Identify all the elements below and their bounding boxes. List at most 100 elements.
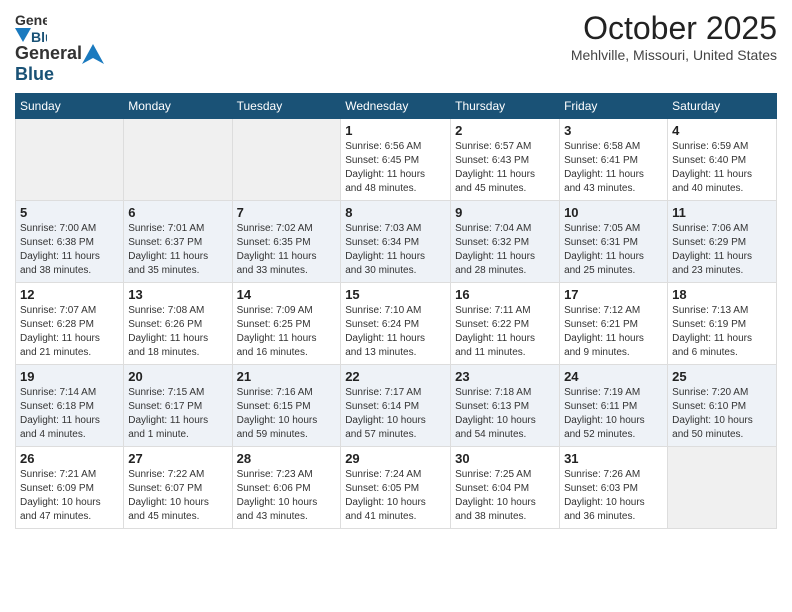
calendar-cell: 5Sunrise: 7:00 AMSunset: 6:38 PMDaylight… (16, 201, 124, 283)
day-info: Sunrise: 7:25 AMSunset: 6:04 PMDaylight:… (455, 468, 555, 524)
calendar-cell: 28 Sunrise: 7:23 AMSunset: 6:06 PMDayligh… (232, 447, 341, 529)
calendar-cell: 10 Sunrise: 7:05 AMSunset: 6:31 PMDayligh… (560, 201, 668, 283)
day-info: Sunrise: 7:24 AMSunset: 6:05 PMDaylight:… (345, 468, 446, 524)
day-number: 17 (564, 287, 663, 302)
day-info: Sunrise: 7:07 AMSunset: 6:28 PMDaylight:… (20, 304, 119, 360)
calendar-cell: 12 Sunrise: 7:07 AMSunset: 6:28 PMDayligh… (16, 283, 124, 365)
day-info: Sunrise: 7:18 AMSunset: 6:13 PMDaylight:… (455, 386, 555, 442)
day-info: Sunrise: 7:09 AMSunset: 6:25 PMDaylight:… (237, 304, 337, 360)
day-number: 28 (237, 451, 337, 466)
day-number: 10 (564, 205, 663, 220)
day-info: Sunrise: 7:03 AMSunset: 6:34 PMDaylight:… (345, 222, 446, 278)
calendar-cell: 14 Sunrise: 7:09 AMSunset: 6:25 PMDayligh… (232, 283, 341, 365)
day-info: Sunrise: 7:15 AMSunset: 6:17 PMDaylight:… (128, 386, 227, 442)
header-tuesday: Tuesday (232, 94, 341, 119)
day-number: 9 (455, 205, 555, 220)
day-number: 26 (20, 451, 119, 466)
day-info: Sunrise: 7:16 AMSunset: 6:15 PMDaylight:… (237, 386, 337, 442)
calendar-cell: 13 Sunrise: 7:08 AMSunset: 6:26 PMDayligh… (124, 283, 232, 365)
calendar-cell: 25 Sunrise: 7:20 AMSunset: 6:10 PMDayligh… (668, 365, 777, 447)
day-info: Sunrise: 7:05 AMSunset: 6:31 PMDaylight:… (564, 222, 663, 278)
day-info: Sunrise: 7:23 AMSunset: 6:06 PMDaylight:… (237, 468, 337, 524)
calendar-cell: 18Sunrise: 7:13 AMSunset: 6:19 PMDayligh… (668, 283, 777, 365)
day-info: Sunrise: 7:17 AMSunset: 6:14 PMDaylight:… (345, 386, 446, 442)
day-info: Sunrise: 7:02 AMSunset: 6:35 PMDaylight:… (237, 222, 337, 278)
header-saturday: Saturday (668, 94, 777, 119)
calendar-cell: 16 Sunrise: 7:11 AMSunset: 6:22 PMDayligh… (451, 283, 560, 365)
logo-blue-text: Blue (15, 64, 54, 84)
day-number: 21 (237, 369, 337, 384)
day-info: Sunrise: 7:14 AMSunset: 6:18 PMDaylight:… (20, 386, 119, 442)
day-number: 24 (564, 369, 663, 384)
day-info: Sunrise: 6:58 AMSunset: 6:41 PMDaylight:… (564, 140, 663, 196)
calendar-week-row: 1 Sunrise: 6:56 AMSunset: 6:45 PMDaylight… (16, 119, 777, 201)
calendar-cell: 24 Sunrise: 7:19 AMSunset: 6:11 PMDayligh… (560, 365, 668, 447)
calendar-week-row: 19Sunrise: 7:14 AMSunset: 6:18 PMDayligh… (16, 365, 777, 447)
day-info: Sunrise: 7:01 AMSunset: 6:37 PMDaylight:… (128, 222, 227, 278)
svg-text:Blue: Blue (31, 29, 47, 42)
day-info: Sunrise: 7:11 AMSunset: 6:22 PMDaylight:… (455, 304, 555, 360)
header-friday: Friday (560, 94, 668, 119)
day-number: 15 (345, 287, 446, 302)
logo-icon: General Blue (15, 10, 47, 42)
calendar-cell: 6 Sunrise: 7:01 AMSunset: 6:37 PMDaylight… (124, 201, 232, 283)
day-number: 1 (345, 123, 446, 138)
month-title: October 2025 (571, 10, 777, 47)
calendar-cell: 26Sunrise: 7:21 AMSunset: 6:09 PMDayligh… (16, 447, 124, 529)
day-info: Sunrise: 6:59 AMSunset: 6:40 PMDaylight:… (672, 140, 772, 196)
calendar-cell: 15Sunrise: 7:10 AMSunset: 6:24 PMDayligh… (341, 283, 451, 365)
page-container: General Blue General Blue October 2025 M… (0, 0, 792, 539)
day-number: 4 (672, 123, 772, 138)
day-number: 29 (345, 451, 446, 466)
day-info: Sunrise: 7:06 AMSunset: 6:29 PMDaylight:… (672, 222, 772, 278)
day-info: Sunrise: 7:20 AMSunset: 6:10 PMDaylight:… (672, 386, 772, 442)
calendar-week-row: 26Sunrise: 7:21 AMSunset: 6:09 PMDayligh… (16, 447, 777, 529)
day-number: 2 (455, 123, 555, 138)
title-block: October 2025 Mehlville, Missouri, United… (571, 10, 777, 63)
day-info: Sunrise: 7:22 AMSunset: 6:07 PMDaylight:… (128, 468, 227, 524)
day-info: Sunrise: 6:56 AMSunset: 6:45 PMDaylight:… (345, 140, 446, 196)
header-thursday: Thursday (451, 94, 560, 119)
day-number: 22 (345, 369, 446, 384)
day-number: 23 (455, 369, 555, 384)
logo-general-text: General (15, 43, 82, 64)
calendar-cell: 27 Sunrise: 7:22 AMSunset: 6:07 PMDayligh… (124, 447, 232, 529)
calendar-table: Sunday Monday Tuesday Wednesday Thursday… (15, 93, 777, 529)
svg-text:General: General (15, 12, 47, 28)
calendar-cell: 21 Sunrise: 7:16 AMSunset: 6:15 PMDayligh… (232, 365, 341, 447)
day-number: 13 (128, 287, 227, 302)
day-number: 20 (128, 369, 227, 384)
day-number: 16 (455, 287, 555, 302)
calendar-week-row: 5Sunrise: 7:00 AMSunset: 6:38 PMDaylight… (16, 201, 777, 283)
calendar-cell: 11Sunrise: 7:06 AMSunset: 6:29 PMDayligh… (668, 201, 777, 283)
day-info: Sunrise: 7:08 AMSunset: 6:26 PMDaylight:… (128, 304, 227, 360)
day-number: 25 (672, 369, 772, 384)
day-info: Sunrise: 7:04 AMSunset: 6:32 PMDaylight:… (455, 222, 555, 278)
calendar-cell: 2 Sunrise: 6:57 AMSunset: 6:43 PMDaylight… (451, 119, 560, 201)
day-number: 3 (564, 123, 663, 138)
calendar-cell: 31Sunrise: 7:26 AMSunset: 6:03 PMDayligh… (560, 447, 668, 529)
day-number: 7 (237, 205, 337, 220)
header: General Blue General Blue October 2025 M… (15, 10, 777, 85)
day-number: 14 (237, 287, 337, 302)
calendar-cell (232, 119, 341, 201)
day-number: 12 (20, 287, 119, 302)
calendar-cell: 8 Sunrise: 7:03 AMSunset: 6:34 PMDaylight… (341, 201, 451, 283)
header-wednesday: Wednesday (341, 94, 451, 119)
calendar-cell: 4 Sunrise: 6:59 AMSunset: 6:40 PMDaylight… (668, 119, 777, 201)
header-monday: Monday (124, 94, 232, 119)
calendar-cell: 20 Sunrise: 7:15 AMSunset: 6:17 PMDayligh… (124, 365, 232, 447)
day-number: 30 (455, 451, 555, 466)
calendar-cell: 30 Sunrise: 7:25 AMSunset: 6:04 PMDayligh… (451, 447, 560, 529)
header-sunday: Sunday (16, 94, 124, 119)
day-info: Sunrise: 6:57 AMSunset: 6:43 PMDaylight:… (455, 140, 555, 196)
day-number: 27 (128, 451, 227, 466)
calendar-header-row: Sunday Monday Tuesday Wednesday Thursday… (16, 94, 777, 119)
calendar-cell: 7 Sunrise: 7:02 AMSunset: 6:35 PMDaylight… (232, 201, 341, 283)
day-info: Sunrise: 7:19 AMSunset: 6:11 PMDaylight:… (564, 386, 663, 442)
calendar-cell: 9 Sunrise: 7:04 AMSunset: 6:32 PMDaylight… (451, 201, 560, 283)
calendar-cell: 23 Sunrise: 7:18 AMSunset: 6:13 PMDayligh… (451, 365, 560, 447)
day-number: 6 (128, 205, 227, 220)
day-number: 8 (345, 205, 446, 220)
calendar-cell: 22 Sunrise: 7:17 AMSunset: 6:14 PMDayligh… (341, 365, 451, 447)
